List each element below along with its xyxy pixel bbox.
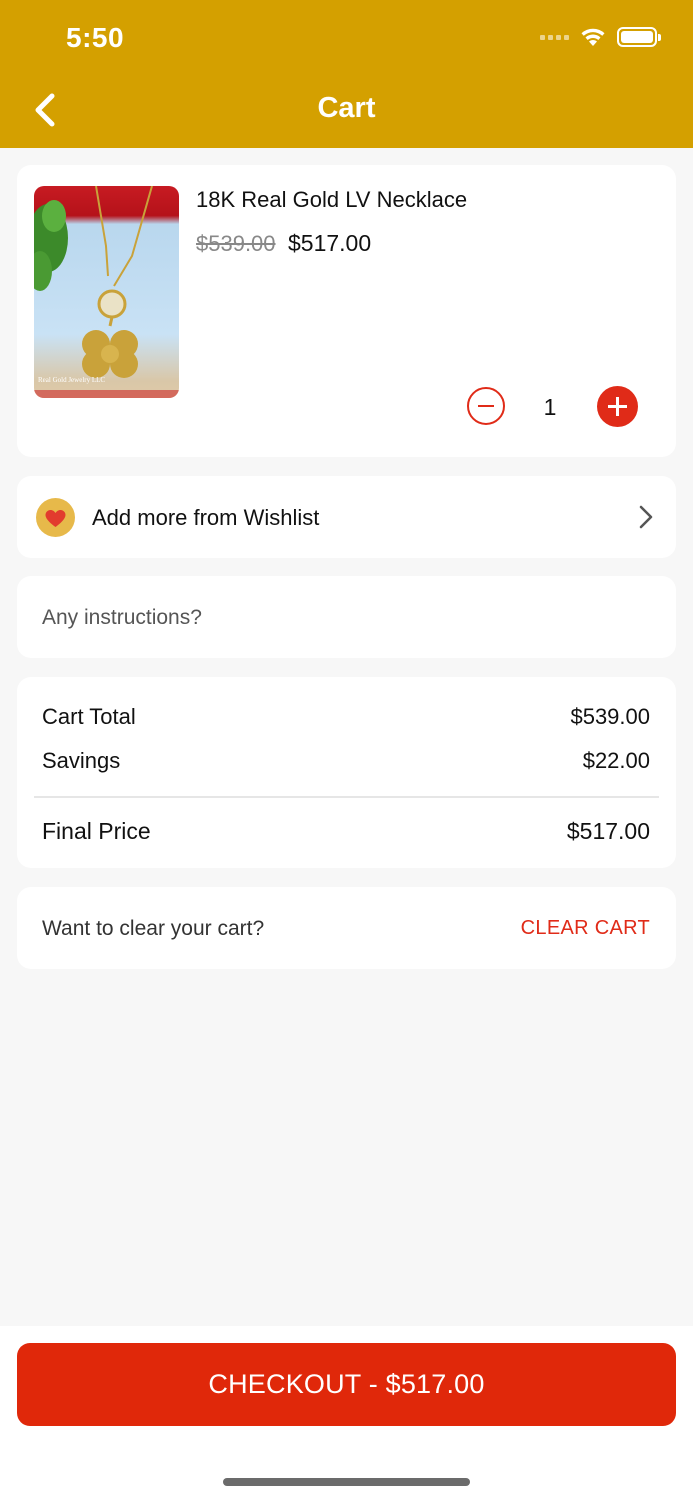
sale-price: $517.00 xyxy=(288,230,372,256)
clear-cart-prompt: Want to clear your cart? xyxy=(42,917,265,940)
product-name: 18K Real Gold LV Necklace xyxy=(196,187,468,212)
original-price: $539.00 xyxy=(196,231,276,256)
checkout-button[interactable]: CHECKOUT - $517.00 xyxy=(17,1343,676,1426)
signal-icon xyxy=(540,34,569,40)
product-image[interactable]: Real Gold Jewelry LLC xyxy=(34,186,179,398)
watermark-text: Real Gold Jewelry LLC xyxy=(38,376,105,384)
cart-item-card: Real Gold Jewelry LLC 18K Real Gold LV N… xyxy=(17,165,676,457)
chevron-right-icon xyxy=(639,505,653,529)
final-price-value: $517.00 xyxy=(566,818,650,844)
status-icons xyxy=(540,26,661,48)
order-summary-card: Cart Total $539.00 Savings $22.00 Final … xyxy=(17,677,676,868)
status-time: 5:50 xyxy=(66,22,125,53)
clear-cart-button[interactable]: CLEAR CART xyxy=(521,917,650,940)
summary-divider xyxy=(34,796,659,798)
final-price-label: Final Price xyxy=(42,818,151,844)
add-from-wishlist-row[interactable]: Add more from Wishlist xyxy=(17,476,676,558)
wishlist-label: Add more from Wishlist xyxy=(92,505,320,530)
savings-label: Savings xyxy=(42,748,121,773)
home-indicator xyxy=(223,1478,470,1486)
decrease-quantity-button[interactable] xyxy=(467,387,505,425)
app-header: 5:50 Cart xyxy=(0,0,693,148)
cart-total-label: Cart Total xyxy=(42,704,136,729)
wishlist-badge xyxy=(36,498,75,537)
clear-cart-card: Want to clear your cart? CLEAR CART xyxy=(17,887,676,969)
savings-value: $22.00 xyxy=(582,748,650,773)
wifi-icon xyxy=(581,28,605,46)
instructions-card xyxy=(17,576,676,658)
battery-icon xyxy=(617,27,661,47)
instructions-input[interactable] xyxy=(42,598,642,638)
cart-total-value: $539.00 xyxy=(570,704,650,729)
page-title: Cart xyxy=(317,92,376,124)
increase-quantity-button[interactable] xyxy=(597,386,638,427)
heart-icon xyxy=(45,509,66,527)
quantity-value: 1 xyxy=(543,394,557,420)
necklace-image: Real Gold Jewelry LLC xyxy=(34,186,179,398)
